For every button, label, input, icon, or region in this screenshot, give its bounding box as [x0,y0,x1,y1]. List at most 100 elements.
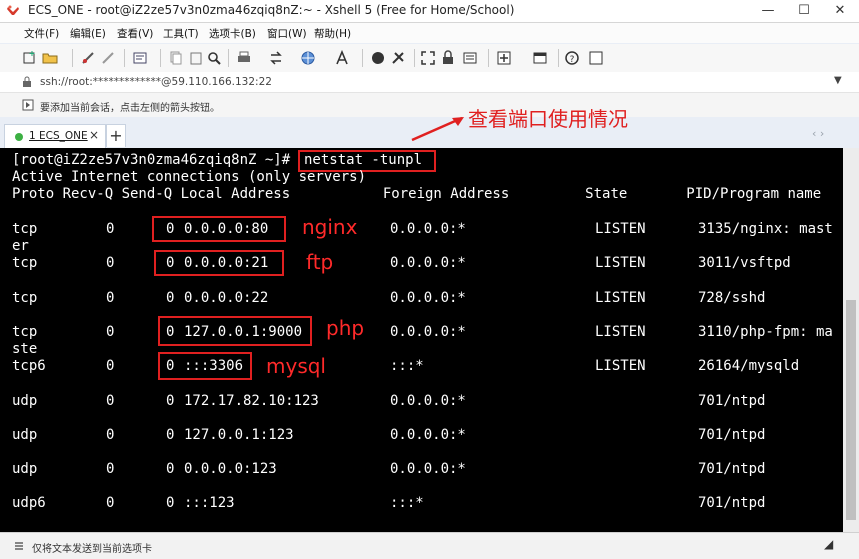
svg-text:?: ? [570,55,575,65]
transfer-icon[interactable] [268,50,284,66]
disconnect-icon[interactable] [80,50,96,66]
tab-label: 1 ECS_ONE [29,130,88,142]
nginx-highlight-box [152,216,286,242]
row-wrap: ste [12,341,38,357]
xftp-icon[interactable] [370,50,386,66]
menu-view[interactable]: 查看(V) [117,26,153,41]
row-sendq: 0 [166,393,175,409]
connected-status-icon [15,133,23,141]
row-foreign-address: 0.0.0.0:* [390,255,466,271]
help-icon[interactable]: ? [564,50,580,66]
tab-close-icon[interactable]: × [89,128,99,142]
row-foreign-address: :::* [390,495,424,511]
terminal-line-active: Active Internet connections (only server… [12,169,367,185]
layout-icon[interactable] [496,50,512,66]
row-sendq: 0 [166,495,175,511]
row-proto: udp6 [12,495,46,511]
add-session-arrow-icon[interactable] [22,99,34,111]
menu-file[interactable]: 文件(F) [24,26,59,41]
row-sendq: 0 [166,461,175,477]
status-text[interactable]: 仅将文本发送到当前选项卡 [32,540,152,555]
menu-edit[interactable]: 编辑(E) [70,26,106,41]
paste-icon[interactable] [188,50,204,66]
secure-lock-icon [23,76,31,87]
hint-text: 要添加当前会话，点击左侧的箭头按钮。 [40,103,220,114]
menu-tools[interactable]: 工具(T) [163,26,199,41]
row-recvq: 0 [106,324,115,340]
row-pid-program: 701/ntpd [698,461,766,477]
find-icon[interactable] [206,50,222,66]
copy-icon[interactable] [168,50,184,66]
info-icon[interactable] [588,50,604,66]
row-proto: udp [12,393,38,409]
maximize-button[interactable]: ☐ [787,0,821,22]
minimize-button[interactable]: — [751,0,785,22]
tab-ecs-one[interactable]: 1 ECS_ONE × [4,124,106,149]
address-field[interactable]: ssh://root:*************@59.110.166.132:… [40,76,272,88]
row-state: LISTEN [595,255,646,271]
tab-nav-arrows[interactable]: ‹ › [812,127,824,140]
address-dropdown-icon[interactable]: ▼ [834,75,842,86]
toolbar-separator [414,49,415,67]
row-proto: tcp [12,221,38,237]
window-title: ECS_ONE - root@iZ2ze57v3n0zma46zqiq8nZ:~… [28,3,515,17]
toolbar-separator [362,49,363,67]
window-icon[interactable] [532,50,548,66]
row-recvq: 0 [106,255,115,271]
menu-bar: 文件(F) 编辑(E) 查看(V) 工具(T) 选项卡(B) 窗口(W) 帮助(… [0,23,859,43]
annotation-ftp: ftp [306,250,334,274]
globe-icon[interactable] [300,50,316,66]
row-local-address: 127.0.0.1:123 [184,427,294,443]
lock-icon[interactable] [440,50,456,66]
status-bar: 仅将文本发送到当前选项卡 ◢ [0,532,859,559]
annotation-title: 查看端口使用情况 [468,107,628,131]
xmanager-icon[interactable] [390,50,406,66]
row-proto: udp [12,427,38,443]
row-local-address: 0.0.0.0:22 [184,290,269,306]
row-sendq: 0 [166,427,175,443]
print-icon[interactable] [236,50,252,66]
row-pid-program: 26164/mysqld [698,358,800,374]
row-pid-program: 3110/php-fpm: ma [698,324,833,340]
resize-grip-icon[interactable]: ◢ [824,537,833,551]
row-foreign-address: 0.0.0.0:* [390,324,466,340]
row-state: LISTEN [595,290,646,306]
new-session-icon[interactable] [22,50,38,66]
open-folder-icon[interactable] [42,50,58,66]
fullscreen-icon[interactable] [420,50,436,66]
toolbar-separator [72,49,73,67]
row-recvq: 0 [106,461,115,477]
netstat-header: Proto Recv-Q Send-Q Local Address Foreig… [12,186,822,202]
title-bar: ECS_ONE - root@iZ2ze57v3n0zma46zqiq8nZ:~… [0,0,859,23]
menu-tab[interactable]: 选项卡(B) [209,26,256,41]
add-tab-button[interactable]: + [106,124,126,147]
row-recvq: 0 [106,358,115,374]
shell-prompt: [root@iZ2ze57v3n0zma46zqiq8nZ ~]# [12,152,299,168]
annotation-nginx: nginx [302,215,358,239]
row-recvq: 0 [106,290,115,306]
font-icon[interactable] [334,50,350,66]
row-proto: udp [12,461,38,477]
row-pid-program: 728/sshd [698,290,766,306]
menu-window[interactable]: 窗口(W) [267,26,307,41]
compose-icon[interactable] [462,50,478,66]
row-foreign-address: :::* [390,358,424,374]
properties-icon[interactable] [132,50,148,66]
xshell-app-icon[interactable] [6,4,20,18]
address-bar: ssh://root:*************@59.110.166.132:… [0,72,859,93]
row-foreign-address: 0.0.0.0:* [390,461,466,477]
reconnect-icon[interactable] [100,50,116,66]
row-wrap: er [12,238,29,254]
row-recvq: 0 [106,427,115,443]
row-pid-program: 701/ntpd [698,427,766,443]
annotation-php: php [326,316,365,340]
mysql-highlight-box [158,352,252,380]
row-local-address: :::123 [184,495,235,511]
scrollbar-thumb[interactable] [846,300,856,520]
close-button[interactable]: ✕ [823,0,857,22]
send-menu-icon[interactable] [14,541,24,551]
row-proto: tcp [12,324,38,340]
menu-help[interactable]: 帮助(H) [314,26,351,41]
row-foreign-address: 0.0.0.0:* [390,290,466,306]
php-highlight-box [158,316,312,346]
